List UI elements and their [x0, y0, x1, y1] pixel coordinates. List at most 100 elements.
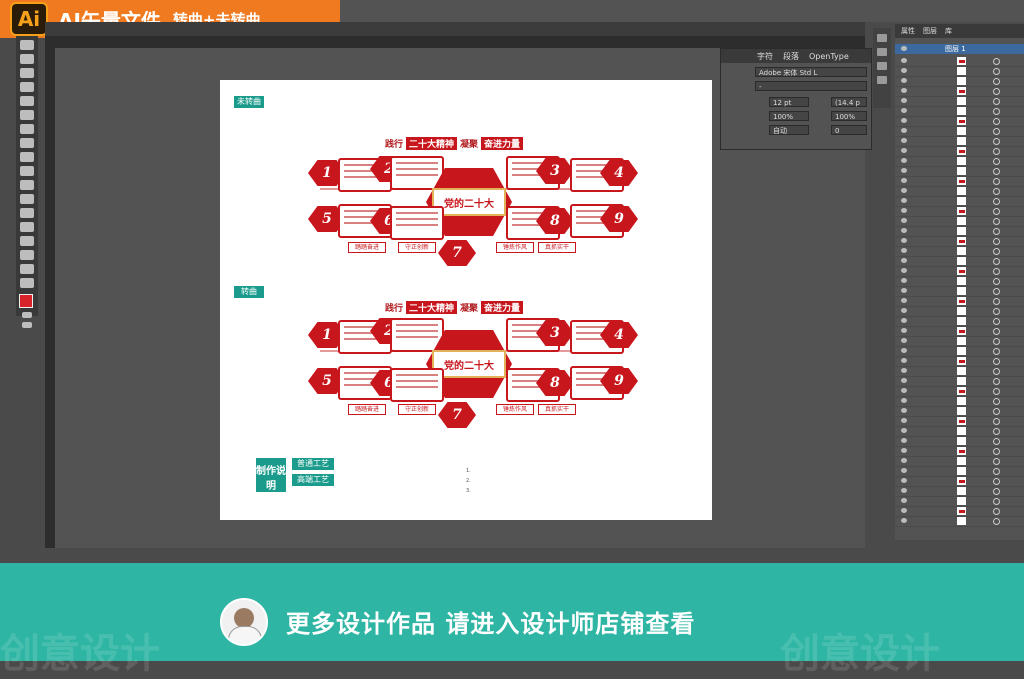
target-circle-icon[interactable]	[993, 108, 1000, 115]
designer-avatar[interactable]	[220, 598, 268, 646]
font-style-select[interactable]: -	[755, 81, 867, 91]
visibility-eye-icon[interactable]	[901, 248, 907, 253]
visibility-eye-icon[interactable]	[901, 498, 907, 503]
artboard[interactable]: 未转曲 践行 二十大精神 凝聚 奋进力量 1 2 党的二十大 3 4 5 6 7…	[220, 80, 712, 520]
target-circle-icon[interactable]	[993, 328, 1000, 335]
target-circle-icon[interactable]	[993, 418, 1000, 425]
target-circle-icon[interactable]	[993, 388, 1000, 395]
visibility-eye-icon[interactable]	[901, 468, 907, 473]
visibility-eye-icon[interactable]	[901, 98, 907, 103]
target-circle-icon[interactable]	[993, 438, 1000, 445]
brush-tool-icon[interactable]	[20, 82, 34, 92]
visibility-eye-icon[interactable]	[901, 348, 907, 353]
target-circle-icon[interactable]	[993, 178, 1000, 185]
document-tab-bar[interactable]	[45, 22, 865, 36]
target-circle-icon[interactable]	[993, 138, 1000, 145]
visibility-eye-icon[interactable]	[901, 148, 907, 153]
target-circle-icon[interactable]	[993, 518, 1000, 525]
target-circle-icon[interactable]	[993, 408, 1000, 415]
target-circle-icon[interactable]	[993, 148, 1000, 155]
visibility-eye-icon[interactable]	[901, 168, 907, 173]
target-circle-icon[interactable]	[993, 88, 1000, 95]
hand-tool-icon[interactable]	[20, 264, 34, 274]
horizontal-ruler[interactable]	[45, 36, 865, 48]
target-circle-icon[interactable]	[993, 58, 1000, 65]
target-circle-icon[interactable]	[993, 448, 1000, 455]
target-circle-icon[interactable]	[993, 298, 1000, 305]
eyedropper-tool-icon[interactable]	[20, 194, 34, 204]
selection-tool-icon[interactable]	[20, 40, 34, 50]
target-circle-icon[interactable]	[993, 488, 1000, 495]
chart-tool-icon[interactable]	[20, 236, 34, 246]
opentype-panel-icon[interactable]	[877, 76, 887, 84]
visibility-eye-icon[interactable]	[901, 108, 907, 113]
target-circle-icon[interactable]	[993, 68, 1000, 75]
tracking-input[interactable]: 0	[831, 125, 867, 135]
visibility-eye-icon[interactable]	[901, 358, 907, 363]
blend-tool-icon[interactable]	[20, 208, 34, 218]
target-circle-icon[interactable]	[993, 268, 1000, 275]
visibility-eye-icon[interactable]	[901, 46, 907, 51]
rectangle-tool-icon[interactable]	[20, 96, 34, 106]
direct-selection-tool-icon[interactable]	[20, 54, 34, 64]
target-circle-icon[interactable]	[993, 248, 1000, 255]
visibility-eye-icon[interactable]	[901, 258, 907, 263]
target-circle-icon[interactable]	[993, 278, 1000, 285]
target-circle-icon[interactable]	[993, 118, 1000, 125]
tab-libraries[interactable]: 库	[945, 26, 952, 36]
tab-layers[interactable]: 图层	[923, 26, 937, 36]
visibility-eye-icon[interactable]	[901, 518, 907, 523]
target-circle-icon[interactable]	[993, 458, 1000, 465]
visibility-eye-icon[interactable]	[901, 268, 907, 273]
visibility-eye-icon[interactable]	[901, 458, 907, 463]
shop-cta-text[interactable]: 更多设计作品 请进入设计师店铺查看	[286, 604, 695, 639]
line-tool-icon[interactable]	[20, 110, 34, 120]
visibility-eye-icon[interactable]	[901, 68, 907, 73]
horizontal-scale-input[interactable]: 100%	[769, 111, 809, 121]
visibility-eye-icon[interactable]	[901, 208, 907, 213]
visibility-eye-icon[interactable]	[901, 388, 907, 393]
swap-colors-icon[interactable]	[22, 312, 32, 318]
visibility-eye-icon[interactable]	[901, 158, 907, 163]
target-circle-icon[interactable]	[993, 498, 1000, 505]
target-circle-icon[interactable]	[993, 158, 1000, 165]
screen-mode-icon[interactable]	[22, 322, 32, 328]
visibility-eye-icon[interactable]	[901, 478, 907, 483]
visibility-eye-icon[interactable]	[901, 508, 907, 513]
visibility-eye-icon[interactable]	[901, 88, 907, 93]
visibility-eye-icon[interactable]	[901, 188, 907, 193]
vertical-scale-input[interactable]: 100%	[831, 111, 867, 121]
kerning-input[interactable]: 自动	[769, 125, 809, 135]
tab-character[interactable]: 字符	[757, 51, 773, 62]
gradient-tool-icon[interactable]	[20, 180, 34, 190]
target-circle-icon[interactable]	[993, 308, 1000, 315]
visibility-eye-icon[interactable]	[901, 438, 907, 443]
rotate-tool-icon[interactable]	[20, 138, 34, 148]
target-circle-icon[interactable]	[993, 218, 1000, 225]
visibility-eye-icon[interactable]	[901, 238, 907, 243]
paragraph-panel-icon[interactable]	[877, 62, 887, 70]
visibility-eye-icon[interactable]	[901, 338, 907, 343]
visibility-eye-icon[interactable]	[901, 328, 907, 333]
visibility-eye-icon[interactable]	[901, 138, 907, 143]
visibility-eye-icon[interactable]	[901, 128, 907, 133]
visibility-eye-icon[interactable]	[901, 398, 907, 403]
tab-paragraph[interactable]: 段落	[783, 51, 799, 62]
target-circle-icon[interactable]	[993, 78, 1000, 85]
vertical-ruler[interactable]	[45, 48, 55, 548]
visibility-eye-icon[interactable]	[901, 428, 907, 433]
visibility-eye-icon[interactable]	[901, 378, 907, 383]
visibility-eye-icon[interactable]	[901, 198, 907, 203]
target-circle-icon[interactable]	[993, 228, 1000, 235]
target-circle-icon[interactable]	[993, 348, 1000, 355]
visibility-eye-icon[interactable]	[901, 368, 907, 373]
target-circle-icon[interactable]	[993, 98, 1000, 105]
target-circle-icon[interactable]	[993, 318, 1000, 325]
layer-row-main[interactable]: 图层 1	[895, 44, 1024, 54]
pen-tool-icon[interactable]	[20, 68, 34, 78]
visibility-eye-icon[interactable]	[901, 448, 907, 453]
target-circle-icon[interactable]	[993, 508, 1000, 515]
leading-input[interactable]: (14.4 p	[831, 97, 867, 107]
visibility-eye-icon[interactable]	[901, 318, 907, 323]
visibility-eye-icon[interactable]	[901, 228, 907, 233]
